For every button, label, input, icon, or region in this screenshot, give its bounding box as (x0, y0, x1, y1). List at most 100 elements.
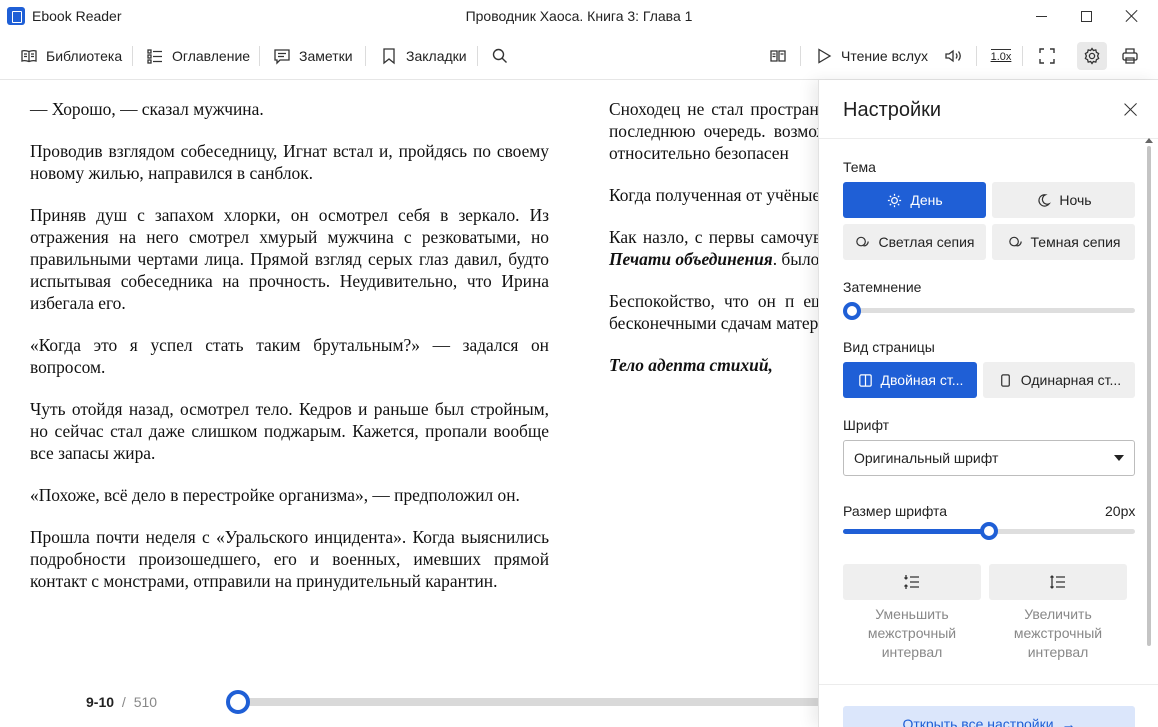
book-view-icon (770, 50, 786, 62)
open-all-settings-button[interactable]: Открыть все настройки → (843, 706, 1135, 727)
library-label: Библиотека (46, 48, 123, 64)
speaker-icon (945, 49, 961, 63)
toolbar-divider (1022, 46, 1023, 66)
reading-progress-track[interactable] (238, 698, 838, 706)
page-single-label: Одинарная ст... (1020, 372, 1122, 388)
scroll-up-arrow-icon[interactable] (1145, 138, 1153, 143)
page-view-label: Вид страницы (843, 339, 935, 355)
theme-night-button[interactable]: Ночь (992, 182, 1135, 218)
close-icon (1125, 9, 1139, 23)
decrease-line-spacing-button[interactable] (843, 564, 981, 600)
font-size-slider-handle[interactable] (980, 522, 998, 540)
notes-button[interactable]: Заметки (273, 44, 353, 68)
page-single-button[interactable]: Одинарная ст... (983, 362, 1135, 398)
font-size-value: 20px (1105, 503, 1136, 519)
gear-icon (1084, 47, 1100, 65)
total-pages: 510 (133, 694, 158, 710)
fullscreen-icon (1039, 48, 1055, 64)
paragraph: Приняв душ с запахом хлорки, он осмотрел… (30, 205, 549, 313)
dimming-slider-track[interactable] (843, 308, 1135, 313)
current-pages: 9-10 (86, 694, 115, 710)
increase-line-spacing-button[interactable] (989, 564, 1127, 600)
toolbar-divider (800, 46, 801, 66)
title-bar: Ebook Reader Проводник Хаоса. Книга 3: Г… (0, 0, 1158, 32)
toolbar-divider (976, 46, 977, 66)
play-icon (818, 48, 832, 64)
search-button[interactable] (485, 42, 515, 70)
library-icon (21, 49, 37, 63)
theme-label: Тема (843, 159, 876, 175)
font-select[interactable]: Оригинальный шрифт (843, 440, 1135, 476)
font-select-value: Оригинальный шрифт (854, 450, 999, 466)
reading-progress-handle[interactable] (226, 690, 250, 714)
sepia-icon (856, 236, 870, 246)
theme-day-label: День (910, 192, 943, 208)
chevron-down-icon (1114, 455, 1124, 461)
arrow-right-icon: → (1061, 716, 1076, 727)
minimize-button[interactable] (1018, 0, 1064, 32)
double-page-icon (858, 373, 872, 387)
close-settings-icon[interactable] (1119, 98, 1143, 122)
paragraph: Проводив взглядом собеседницу, Игнат вст… (30, 141, 549, 183)
font-size-slider-fill (843, 529, 989, 534)
page-double-label: Двойная ст... (880, 372, 964, 388)
list-icon (147, 49, 162, 64)
maximize-button[interactable] (1063, 0, 1109, 32)
dimming-slider-handle[interactable] (843, 302, 861, 320)
app-book-icon (7, 7, 25, 25)
reader-mode-button[interactable] (763, 42, 793, 70)
bookmarks-button[interactable]: Закладки (380, 44, 467, 68)
decrease-line-spacing-label: Уменьшить межстрочный интервал (867, 606, 957, 660)
library-button[interactable]: Библиотека (20, 44, 122, 68)
fullscreen-button[interactable] (1032, 42, 1062, 70)
theme-dark-sepia-button[interactable]: Темная сепия (992, 224, 1135, 260)
paragraph: «Похоже, всё дело в перестройке организм… (30, 485, 520, 505)
minimize-icon (1035, 15, 1047, 17)
theme-dark-sepia-label: Темная сепия (1030, 234, 1121, 250)
divider (819, 138, 1158, 139)
speed-value: 1.0x (990, 49, 1012, 63)
page-indicator: 9-10 / 510 (86, 694, 157, 710)
page-separator: / (121, 694, 126, 710)
voice-button[interactable] (938, 42, 968, 70)
document-title: Проводник Хаоса. Книга 3: Глава 1 (465, 8, 693, 24)
notes-label: Заметки (299, 48, 353, 64)
divider (819, 684, 1158, 685)
moon-icon (1038, 193, 1052, 207)
read-aloud-button[interactable]: Чтение вслух (815, 44, 928, 68)
printer-icon (1122, 48, 1138, 64)
line-spacing-increase-icon (1050, 575, 1065, 589)
page-double-button[interactable]: Двойная ст... (843, 362, 977, 398)
print-button[interactable] (1115, 42, 1145, 70)
close-window-button[interactable] (1109, 0, 1155, 32)
theme-night-label: Ночь (1059, 192, 1092, 208)
settings-button[interactable] (1077, 42, 1107, 70)
document-title-wrap: Проводник Хаоса. Книга 3: Глава 1 (0, 8, 1158, 24)
app-title: Ebook Reader (32, 8, 122, 24)
theme-day-button[interactable]: День (843, 182, 986, 218)
increase-line-spacing-label: Увеличить межстрочный интервал (1013, 606, 1103, 660)
contents-button[interactable]: Оглавление (146, 44, 250, 68)
font-size-label: Размер шрифта (843, 503, 948, 519)
note-icon (274, 49, 290, 65)
theme-light-sepia-button[interactable]: Светлая сепия (843, 224, 986, 260)
bookmark-icon (383, 48, 395, 65)
line-spacing-decrease-icon (904, 575, 919, 589)
theme-light-sepia-label: Светлая сепия (878, 234, 975, 250)
settings-scrollbar[interactable] (1147, 146, 1151, 646)
paragraph: Чуть отойдя назад, осмотрел тело. Кедров… (30, 399, 549, 463)
open-all-settings-label: Открыть все настройки (902, 716, 1054, 727)
toolbar: Библиотека Оглавление Заметки Закладки Ч… (0, 32, 1158, 80)
toolbar-divider (365, 46, 366, 66)
speed-button[interactable]: 1.0x (986, 42, 1016, 70)
sepia-icon (1008, 236, 1022, 246)
emphasized-text: Печати объединения (609, 249, 773, 269)
search-icon (492, 48, 507, 63)
read-aloud-label: Чтение вслух (841, 48, 929, 64)
single-page-icon (1000, 373, 1010, 387)
settings-panel: Настройки Тема День Ночь Светлая сепия Т… (818, 80, 1158, 727)
toolbar-divider (477, 46, 478, 66)
settings-title: Настройки (843, 99, 942, 121)
toolbar-divider (132, 46, 133, 66)
paragraph: Прошла почти неделя с «Уральского инциде… (30, 527, 549, 591)
